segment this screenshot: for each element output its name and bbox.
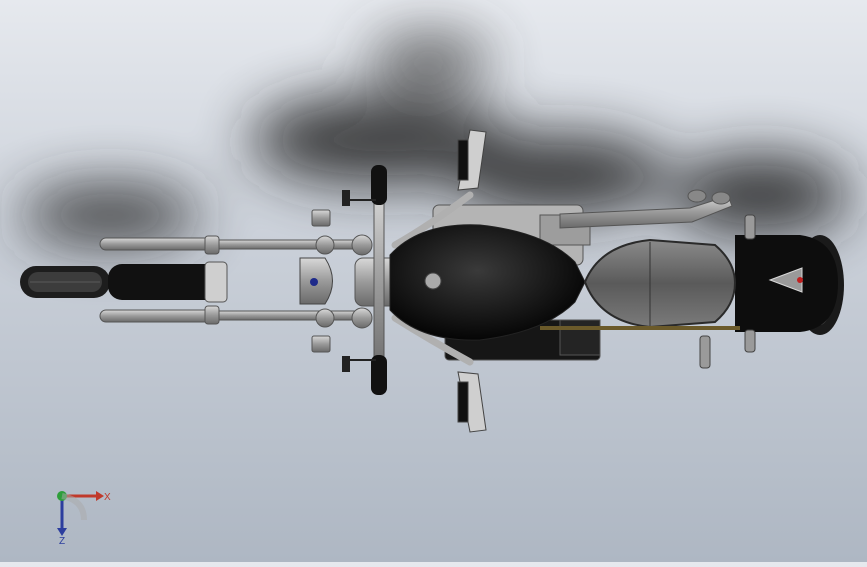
3d-viewport[interactable]: X Z	[0, 0, 867, 562]
motorcycle-model[interactable]	[0, 0, 867, 562]
x-axis-label: X	[104, 492, 111, 503]
seat	[583, 238, 737, 329]
axis-triad: X Z	[44, 478, 124, 548]
front-wheel	[20, 266, 110, 298]
rear-fender	[735, 235, 838, 332]
drive-belt	[540, 326, 740, 330]
z-axis-label: Z	[59, 536, 65, 547]
z-axis-arrow	[57, 496, 67, 536]
headlight	[299, 257, 333, 305]
